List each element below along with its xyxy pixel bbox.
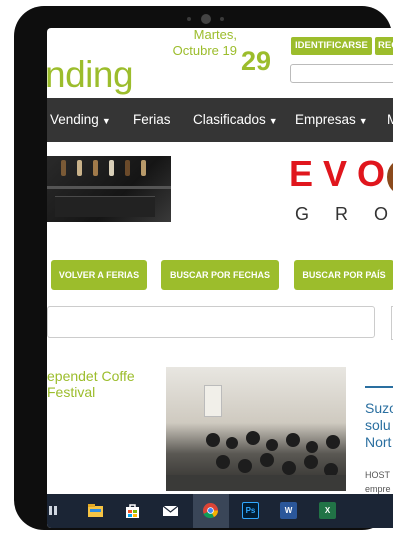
- article-description-suzo: HOST empre: [365, 470, 391, 495]
- evo-brand-subtitle: GRO: [295, 204, 388, 224]
- nav-item-ferias[interactable]: Ferias: [133, 112, 171, 127]
- nav-label: Ferias: [133, 112, 171, 127]
- task-view-icon[interactable]: [49, 502, 57, 519]
- chevron-down-icon: ▼: [268, 116, 278, 126]
- nav-item-empresas[interactable]: Empresas ▼: [295, 112, 368, 127]
- store-icon[interactable]: [124, 502, 141, 519]
- file-explorer-icon[interactable]: [87, 502, 104, 519]
- back-to-fairs-button[interactable]: VOLVER A FERIAS: [51, 260, 147, 290]
- mail-icon[interactable]: [162, 502, 179, 519]
- article-divider: [365, 386, 393, 388]
- nav-item-clasificados[interactable]: Clasificados ▼: [193, 112, 278, 127]
- chrome-icon[interactable]: [202, 502, 219, 519]
- register-button[interactable]: REGISTRARSE: [375, 37, 393, 55]
- nav-label: Clasificados: [193, 112, 266, 127]
- search-by-dates-button[interactable]: BUSCAR POR FECHAS: [161, 260, 279, 290]
- photoshop-icon[interactable]: Ps: [242, 502, 259, 519]
- word-icon[interactable]: W: [280, 502, 297, 519]
- main-nav: Vending ▼ Ferias Clasificados ▼ Empresas ▼ …: [47, 98, 393, 142]
- evo-brand-logo[interactable]: EVO: [289, 156, 393, 192]
- login-button[interactable]: IDENTIFICARSE: [291, 37, 372, 55]
- nav-item-vending[interactable]: Vending ▼: [50, 112, 111, 127]
- camera-icon: [187, 14, 229, 24]
- date-weekday: Martes,: [193, 28, 237, 42]
- nav-item-more[interactable]: M: [387, 112, 393, 127]
- search-by-country-button[interactable]: BUSCAR POR PAÍS: [294, 260, 393, 290]
- nav-label: Vending: [50, 112, 99, 127]
- nav-label: Empresas: [295, 112, 356, 127]
- browser-screen: nding Martes, Octubre 19 29 IDENTIFICARS…: [47, 28, 393, 528]
- nav-label: M: [387, 112, 393, 127]
- vending-machine-banner-image[interactable]: [47, 156, 171, 222]
- header-search-input[interactable]: [290, 64, 393, 83]
- date-month: Octubre 19: [172, 43, 237, 58]
- article-title-suzo[interactable]: Suzo solu Nort: [365, 400, 393, 450]
- tablet-frame: nding Martes, Octubre 19 29 IDENTIFICARS…: [14, 6, 393, 530]
- main-search-input[interactable]: [47, 306, 375, 338]
- date-number: 29: [241, 46, 272, 76]
- excel-icon[interactable]: X: [319, 502, 336, 519]
- article-title-coffee-festival[interactable]: ependet Coffe Festival: [47, 368, 165, 400]
- site-logo[interactable]: nding: [47, 56, 134, 93]
- chevron-down-icon: ▼: [101, 116, 111, 126]
- chevron-down-icon: ▼: [358, 116, 368, 126]
- windows-taskbar: Ps W X: [47, 494, 393, 528]
- coffee-festival-photo[interactable]: [166, 367, 346, 491]
